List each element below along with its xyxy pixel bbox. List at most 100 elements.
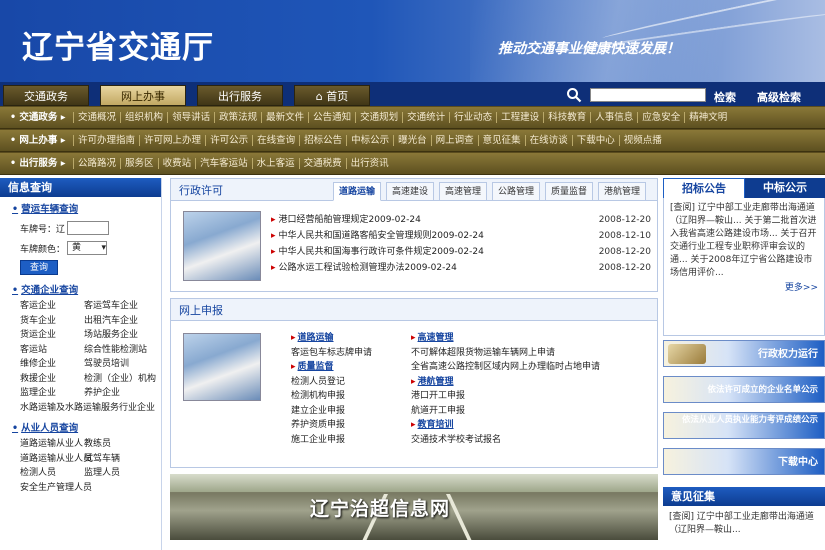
tab-government-affairs[interactable]: 交通政务 [3, 85, 89, 106]
subnav-item[interactable]: 招标公告 [299, 135, 346, 146]
list-item[interactable]: 施工企业申报 [291, 433, 401, 448]
subnav-category[interactable]: • 交通政务 ▸ [0, 107, 70, 128]
subnav-item[interactable]: 网上调查 [430, 135, 478, 146]
list-item[interactable]: 水路运输及水路运输服务行业企业 [0, 401, 161, 416]
subnav-item[interactable]: 在线查询 [252, 135, 299, 146]
list-item[interactable]: 检测人员登记 [291, 375, 401, 390]
subnav-item[interactable]: 工程建设 [496, 112, 543, 123]
list-item[interactable]: 不可解体超限货物运输车辆网上申请 [411, 346, 656, 361]
tab-road-management[interactable]: 公路管理 [492, 182, 540, 201]
subnav-item[interactable]: 最新文件 [261, 112, 308, 123]
list-item[interactable]: 建立企业申报 [291, 404, 401, 419]
tab-highway-management[interactable]: 高速管理 [439, 182, 487, 201]
subnav-item[interactable]: 领导讲话 [167, 112, 214, 123]
subnav-item[interactable]: 精神文明 [684, 112, 731, 123]
bullet-icon: ▸ [271, 215, 276, 225]
main-content: 行政许可 道路运输 高速建设 高速管理 公路管理 质量监督 港航管理 ▸ 港口经营… [170, 178, 658, 550]
subnav-category[interactable]: • 网上办事 ▸ [0, 130, 70, 151]
plate-color-select[interactable]: 黄 ▾ [67, 241, 108, 255]
subnav-item[interactable]: 许可公示 [205, 135, 252, 146]
list-item: 货运企业 场站服务企业 [20, 330, 139, 340]
subnav-item[interactable]: 收费站 [157, 158, 196, 169]
practitioner-scores-button[interactable]: 依法从业人员执业能力考评成绩公示 [663, 412, 825, 439]
list-item[interactable]: 安全生产管理人员 [0, 481, 161, 496]
list-item[interactable]: 航道开工申报 [411, 404, 656, 419]
banner-sky [170, 474, 658, 492]
subnav-item[interactable]: 出行资讯 [345, 158, 393, 169]
tab-online-services[interactable]: 网上办事 [100, 85, 186, 106]
subnav-category[interactable]: • 出行服务 ▸ [0, 153, 70, 174]
list-item[interactable]: 养护资质申报 [291, 418, 401, 433]
subnav-item[interactable]: 组织机构 [120, 112, 167, 123]
tab-travel-services[interactable]: 出行服务 [197, 85, 283, 106]
news-item[interactable]: ▸ 中华人民共和国道路客船安全管理规则2009-02-24 2008-12-10 [271, 229, 651, 243]
subnav-item[interactable]: 中标公示 [346, 135, 393, 146]
subnav-item[interactable]: 人事信息 [590, 112, 637, 123]
power-operation-button[interactable]: 行政权力运行 [663, 340, 825, 367]
subnav-item[interactable]: 许可办理指南 [73, 135, 139, 146]
subnav-item[interactable]: 汽车客运站 [195, 158, 252, 169]
tab-award-notice[interactable]: 中标公示 [745, 178, 825, 198]
search-icon[interactable] [566, 87, 582, 103]
query-button[interactable]: 查询 [20, 260, 58, 275]
list-item: 客运站 综合性能检测站 [20, 344, 148, 355]
bullet-icon: ▸ [271, 231, 276, 241]
list-item[interactable]: 客运包车标志牌申请 [291, 346, 401, 361]
subnav-item[interactable]: 意见征集 [477, 135, 525, 146]
port-management-link[interactable]: 港航管理 [411, 375, 656, 390]
subnav-item[interactable]: 服务区 [120, 158, 158, 169]
subnav-item[interactable]: 交通规划 [355, 112, 402, 123]
notice-text[interactable]: [查阅] 辽宁中部工业走廊带出海通道（辽阳界—鞍山... 关于第二批首次进入我省… [664, 198, 824, 280]
subnav-item[interactable]: 行业动态 [449, 112, 496, 123]
tab-quality-supervision[interactable]: 质量监督 [545, 182, 593, 201]
overload-control-banner[interactable]: 辽宁治超信息网 [170, 474, 658, 540]
plate-number-input[interactable] [67, 221, 110, 235]
list-item: 货车企业 出租汽车企业 [20, 315, 139, 326]
vehicle-query-title[interactable]: 营运车辆查询 [12, 201, 161, 215]
tab-highway-construction[interactable]: 高速建设 [386, 182, 434, 201]
news-item[interactable]: ▸ 中华人民共和国海事行政许可条件规定2009-02-24 2008-12-20 [271, 245, 651, 259]
subnav-item[interactable]: 政策法规 [214, 112, 261, 123]
road-transport-link[interactable]: 道路运输 [291, 331, 401, 346]
subnav-row-affairs: • 交通政务 ▸ 交通概况 组织机构 领导讲话 政策法规 最新文件 公告通知 交通规划 交通统… [0, 107, 825, 129]
overload-banner-title: 辽宁治超信息网 [310, 498, 451, 520]
list-item: 检测人员 监理人员 [20, 468, 121, 478]
list-item[interactable]: 港口开工申报 [411, 389, 656, 404]
subnav-item[interactable]: 科技教育 [543, 112, 590, 123]
search-input[interactable] [590, 88, 706, 102]
education-training-link[interactable]: 教育培训 [411, 418, 656, 433]
list-item[interactable]: 全省高速公路控制区域内网上办理临时占地申请 [411, 360, 656, 375]
advanced-search-link[interactable]: 高级检索 [757, 89, 801, 105]
subnav-item[interactable]: 公路路况 [73, 158, 120, 169]
list-item[interactable]: 检测机构申报 [291, 389, 401, 404]
search-button[interactable]: 检索 [714, 89, 736, 105]
news-item[interactable]: ▸ 公路水运工程试验检测管理办法2009-02-24 2008-12-20 [271, 261, 651, 275]
quality-supervision-link[interactable]: 质量监督 [291, 360, 401, 375]
personnel-query-title[interactable]: 从业人员查询 [12, 420, 161, 434]
subnav-item[interactable]: 交通税费 [298, 158, 346, 169]
notice-box: [查阅] 辽宁中部工业走廊带出海通道（辽阳界—鞍山... 关于第二批首次进入我省… [663, 198, 825, 336]
subnav-item[interactable]: 公告通知 [308, 112, 355, 123]
enterprise-query-title[interactable]: 交通企业查询 [12, 282, 161, 296]
subnav-item[interactable]: 水上客运 [251, 158, 299, 169]
subnav-item[interactable]: 许可网上办理 [139, 135, 205, 146]
info-query-panel: 信息查询 营运车辆查询 车牌号：辽 车牌颜色： 黄▾ 查询 交通企业查询 客运企… [0, 178, 162, 550]
opinion-text[interactable]: [查阅] 辽宁中部工业走廊带出海通道（辽阳界—鞍山... [663, 507, 825, 537]
subnav-item[interactable]: 交通概况 [73, 112, 120, 123]
subnav-item[interactable]: 曝光台 [393, 135, 431, 146]
tab-home[interactable]: ⌂ 首页 [294, 85, 370, 106]
subnav-item[interactable]: 视频点播 [618, 135, 666, 146]
highway-management-link[interactable]: 高速管理 [411, 331, 656, 346]
news-item[interactable]: ▸ 港口经营船舶管理规定2009-02-24 2008-12-20 [271, 213, 651, 227]
download-center-button[interactable]: 下载中心 [663, 448, 825, 475]
subnav-item[interactable]: 应急安全 [637, 112, 684, 123]
more-link[interactable]: 更多>> [664, 280, 824, 293]
subnav-item[interactable]: 在线访谈 [524, 135, 572, 146]
subnav-item[interactable]: 交通统计 [402, 112, 449, 123]
tab-road-transport[interactable]: 道路运输 [333, 182, 381, 201]
subnav-item[interactable]: 下载中心 [571, 135, 619, 146]
tab-port-management[interactable]: 港航管理 [598, 182, 646, 201]
list-item[interactable]: 交通技术学校考试报名 [411, 433, 656, 448]
tab-bid-notice[interactable]: 招标公告 [663, 178, 745, 198]
enterprise-list-button[interactable]: 依法许可成立的企业名单公示 [663, 376, 825, 403]
